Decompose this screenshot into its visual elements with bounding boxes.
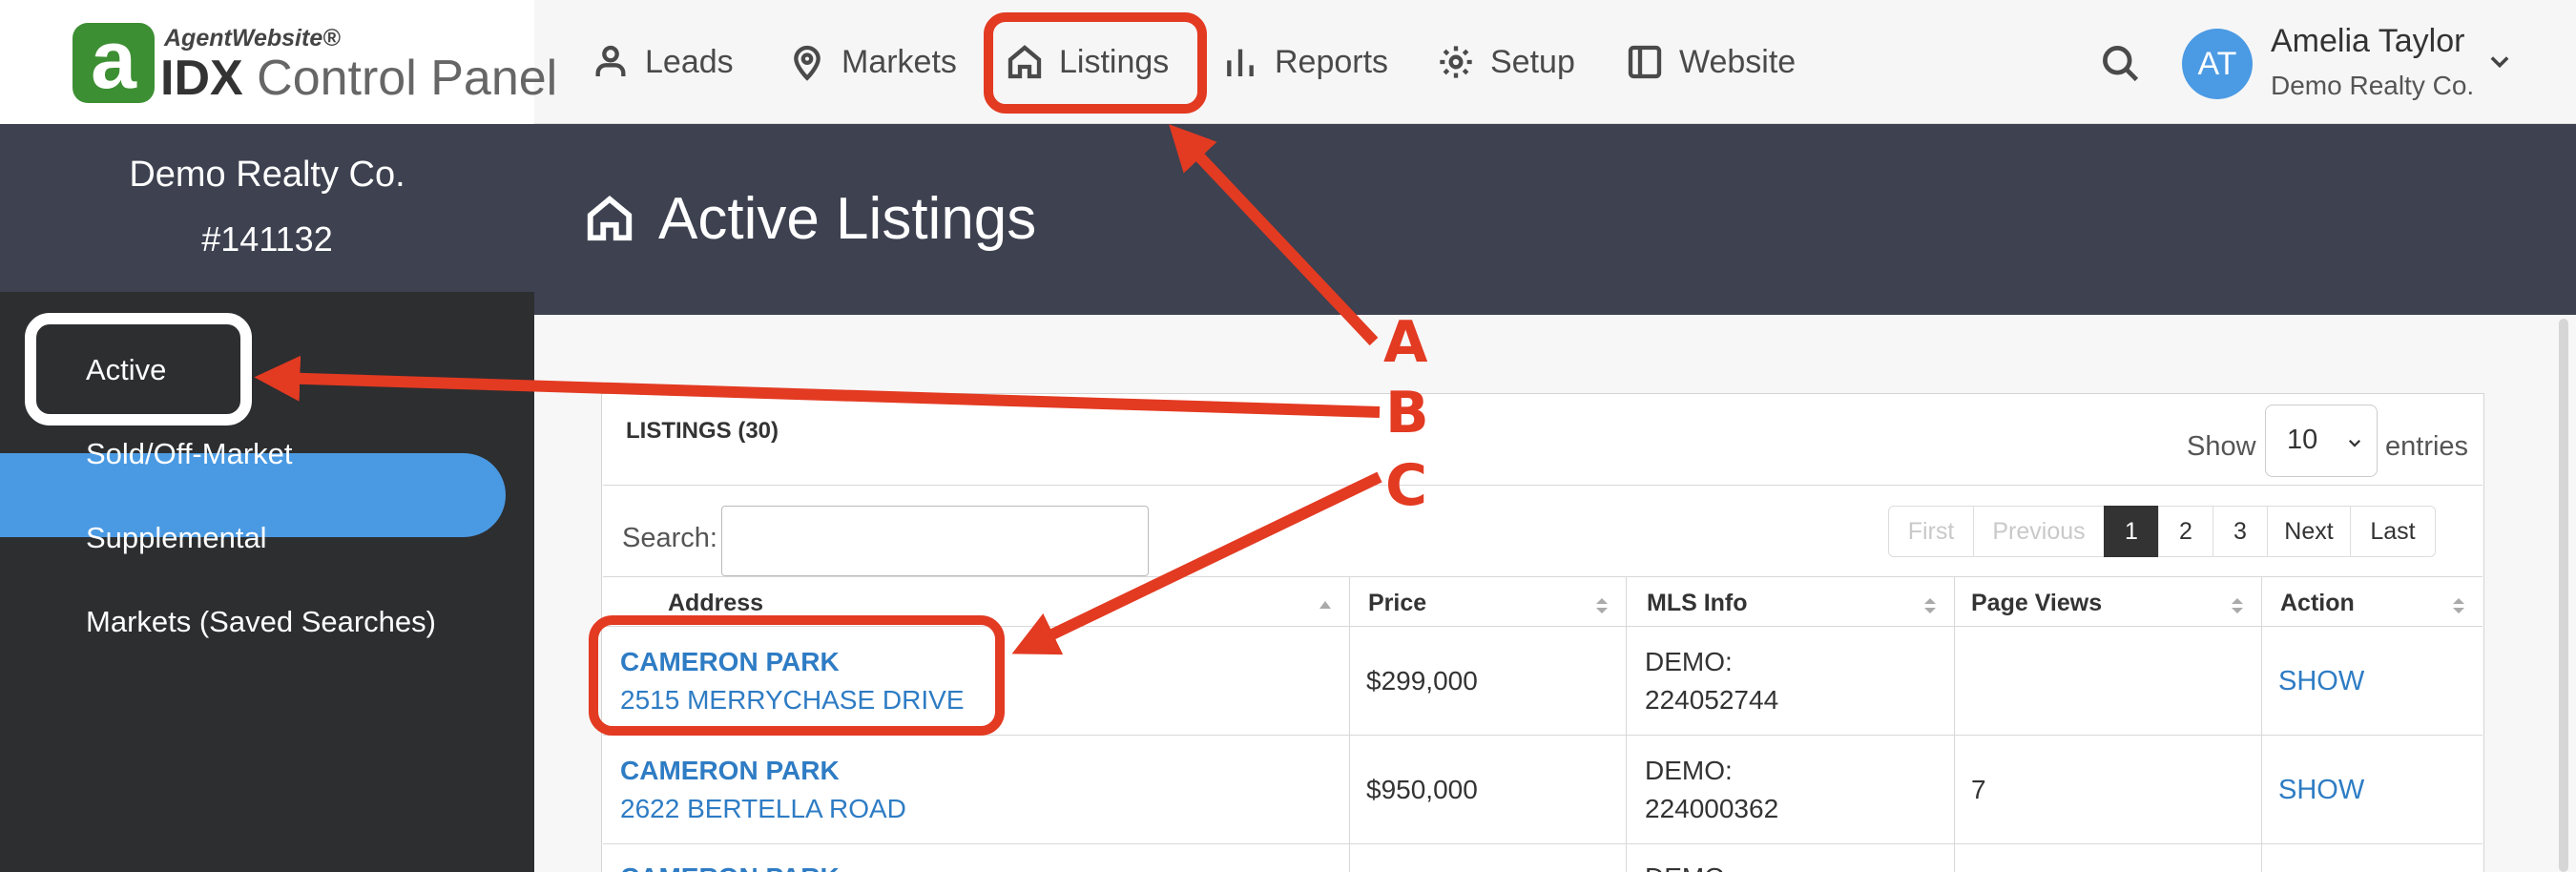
sort-icon	[2452, 593, 2465, 613]
listing-price: $950,000	[1366, 775, 1478, 804]
annotation-label-a: A	[1383, 309, 1428, 376]
search-button[interactable]	[2099, 42, 2141, 84]
annotation-label-b: B	[1385, 380, 1429, 446]
search-icon	[2103, 46, 2139, 82]
logo-brand-text: AgentWebsite®	[164, 25, 341, 52]
sort-icon	[2231, 593, 2244, 613]
divider	[603, 843, 2483, 844]
layout-icon	[1628, 45, 1662, 79]
listing-city-link[interactable]: CAMERON PARK	[620, 756, 840, 785]
nav-listings[interactable]: Listings	[1006, 0, 1169, 124]
table-row-partial: CAMERON PARK DEMO:	[611, 845, 2483, 872]
column-header-price[interactable]: Price	[1349, 576, 1626, 626]
logo-product-text: IDX Control Panel	[160, 51, 558, 106]
home-icon	[1008, 45, 1042, 79]
nav-reports[interactable]: Reports	[1221, 0, 1388, 124]
bar-chart-icon	[1227, 49, 1254, 76]
nav-label: Website	[1679, 43, 1797, 80]
listing-street-link[interactable]: 2515 MERRYCHASE DRIVE	[620, 685, 965, 715]
show-listing-link[interactable]: SHOW	[2278, 662, 2364, 700]
listing-city-link[interactable]: CAMERON PARK	[620, 647, 840, 676]
sidebar-account-id: #141132	[201, 219, 333, 259]
listing-city-link[interactable]: CAMERON PARK	[620, 862, 840, 872]
column-header-action[interactable]: Action	[2261, 576, 2483, 626]
user-company: Demo Realty Co.	[2271, 71, 2475, 100]
user-icon	[595, 45, 626, 76]
divider	[1349, 576, 1350, 872]
entries-value: 10	[2287, 425, 2318, 455]
page-previous-button[interactable]: Previous	[1973, 506, 2105, 557]
sidebar: Demo Realty Co. #141132 Active Sold/Off-…	[0, 124, 534, 872]
page-header: Active Listings	[534, 124, 2576, 315]
scrollbar[interactable]	[2559, 319, 2568, 872]
listing-page-views: 7	[1971, 775, 1986, 804]
nav-label: Listings	[1059, 43, 1170, 80]
show-listing-link[interactable]: SHOW	[2278, 771, 2364, 809]
nav-label: Setup	[1490, 43, 1575, 80]
home-icon	[587, 195, 633, 241]
logo[interactable]: a AgentWebsite® IDX Control Panel	[0, 0, 557, 124]
table-row[interactable]: CAMERON PARK 2622 BERTELLA ROAD	[620, 752, 906, 828]
nav-markets[interactable]: Markets	[788, 0, 957, 124]
sidebar-company: Demo Realty Co.	[129, 155, 405, 195]
search-label: Search:	[622, 523, 717, 553]
page-next-button[interactable]: Next	[2267, 506, 2351, 557]
column-header-mls-info[interactable]: MLS Info	[1626, 576, 1954, 626]
nav-leads[interactable]: Leads	[592, 0, 734, 124]
page-2-button[interactable]: 2	[2158, 506, 2213, 557]
sidebar-item-active[interactable]: Active	[86, 353, 166, 387]
listings-title: LISTINGS (30)	[626, 418, 779, 444]
column-header-page-views[interactable]: Page Views	[1954, 576, 2261, 626]
listing-price: $299,000	[1366, 666, 1478, 696]
divider	[603, 485, 2483, 486]
chevron-down-icon[interactable]	[2486, 48, 2513, 74]
nav-website[interactable]: Website	[1626, 0, 1796, 124]
entries-select[interactable]: 10	[2265, 405, 2378, 477]
page-1-button[interactable]: 1	[2104, 506, 2159, 557]
user-name[interactable]: Amelia Taylor	[2271, 23, 2464, 60]
avatar[interactable]: AT	[2182, 29, 2253, 99]
sidebar-item-markets-saved-searches[interactable]: Markets (Saved Searches)	[86, 605, 436, 639]
search-input[interactable]	[721, 506, 1149, 576]
column-header-address[interactable]: Address	[603, 576, 1349, 626]
annotation-label-c: C	[1385, 452, 1428, 519]
nav-label: Markets	[841, 43, 957, 80]
nav-setup[interactable]: Setup	[1437, 0, 1575, 124]
sidebar-item-supplemental[interactable]: Supplemental	[86, 521, 267, 555]
sidebar-header: Demo Realty Co. #141132	[0, 124, 534, 292]
logo-badge: a	[73, 19, 155, 103]
page-first-button[interactable]: First	[1888, 506, 1974, 557]
gear-icon	[1440, 46, 1472, 78]
divider	[603, 626, 2483, 627]
entries-label: entries	[2385, 431, 2469, 462]
chevron-down-icon	[2348, 439, 2361, 447]
listing-mls-info: DEMO: 224000362	[1645, 756, 1779, 823]
sort-icon	[1923, 593, 1937, 613]
divider	[2261, 576, 2262, 872]
divider	[1954, 576, 1955, 872]
page-title: Active Listings	[658, 186, 1037, 252]
nav-label: Reports	[1275, 43, 1389, 80]
sort-icon	[1595, 593, 1609, 613]
listing-street-link[interactable]: 2622 BERTELLA ROAD	[620, 794, 906, 823]
sidebar-item-sold-off-market[interactable]: Sold/Off-Market	[86, 437, 293, 471]
map-pin-icon	[794, 45, 821, 81]
page-3-button[interactable]: 3	[2212, 506, 2268, 557]
table-row[interactable]: CAMERON PARK 2515 MERRYCHASE DRIVE	[620, 643, 965, 719]
listing-mls-info: DEMO:	[1645, 859, 1733, 872]
pagination: First Previous 1 2 3 Next Last	[1888, 506, 2436, 557]
divider	[1626, 576, 1627, 872]
show-label: Show	[2187, 431, 2256, 462]
top-bar: a AgentWebsite® IDX Control Panel Leads …	[0, 0, 2576, 124]
page-last-button[interactable]: Last	[2350, 506, 2436, 557]
listing-mls-info: DEMO: 224052744	[1645, 647, 1779, 715]
nav-label: Leads	[645, 43, 734, 80]
sort-asc-icon	[1319, 593, 1332, 611]
divider	[603, 735, 2483, 736]
